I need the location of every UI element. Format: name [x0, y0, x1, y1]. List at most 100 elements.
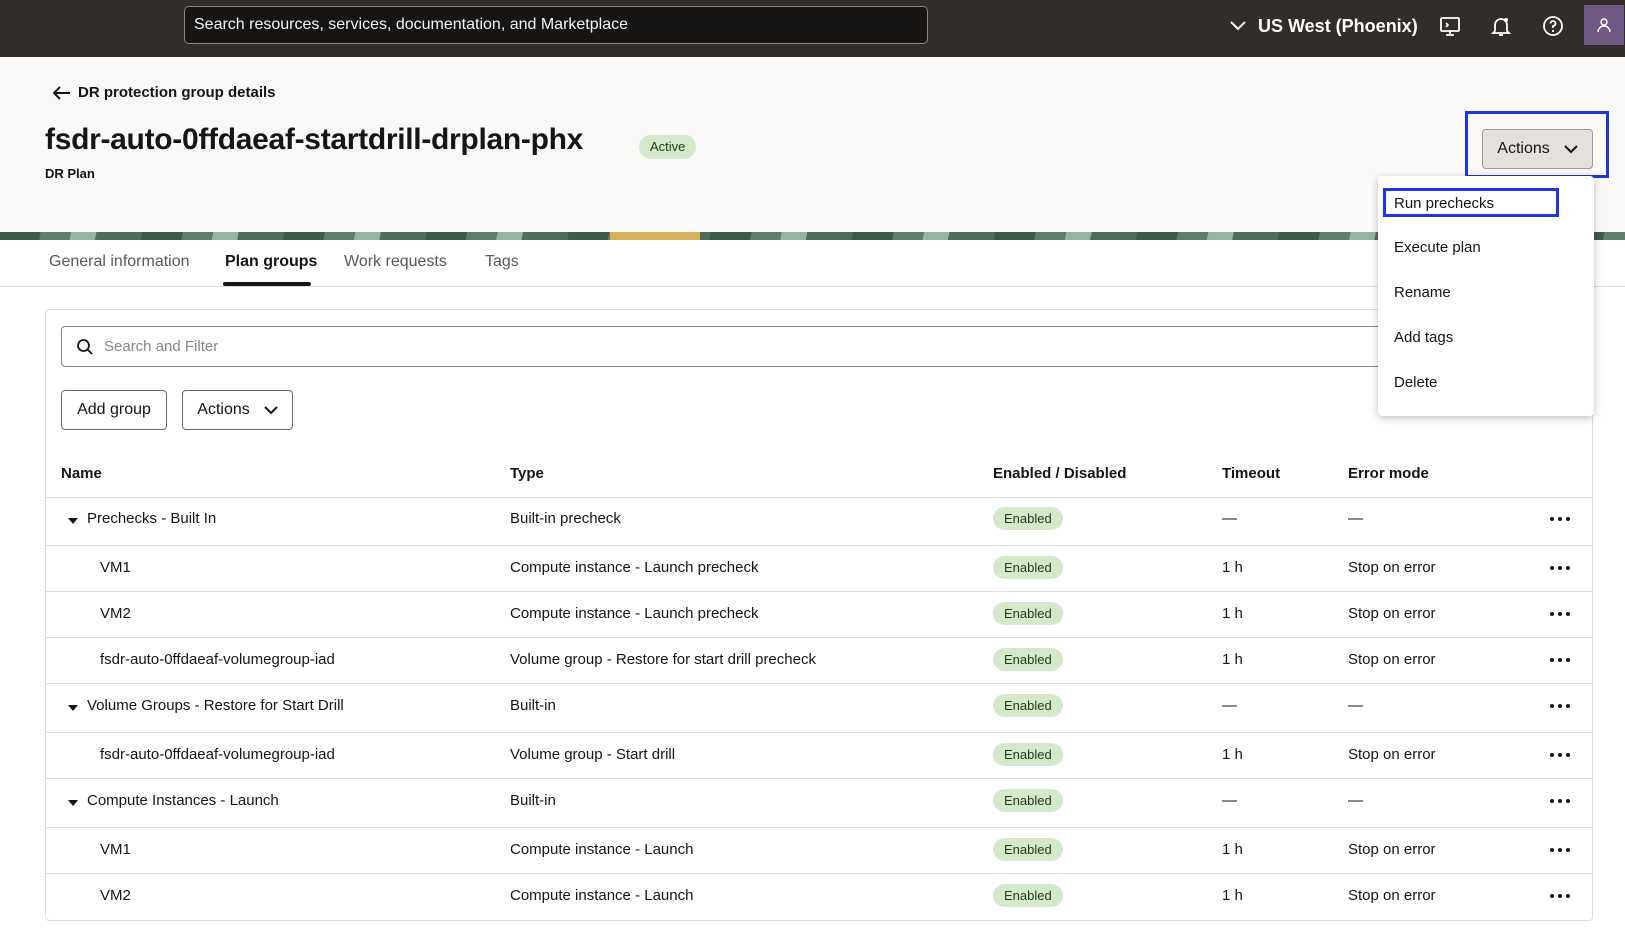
- top-navigation-bar: Search resources, services, documentatio…: [0, 0, 1625, 57]
- row-divider: [46, 591, 1592, 592]
- enabled-badge: Enabled: [993, 507, 1063, 530]
- user-avatar[interactable]: [1584, 5, 1624, 45]
- row-name[interactable]: VM1: [100, 841, 131, 858]
- row-divider: [46, 873, 1592, 874]
- row-more-actions-icon[interactable]: [1550, 658, 1570, 664]
- column-header-name[interactable]: Name: [61, 465, 102, 482]
- row-type: Built-in precheck: [510, 510, 621, 527]
- tab-plan-groups[interactable]: Plan groups: [225, 253, 317, 271]
- column-header-enabled[interactable]: Enabled / Disabled: [993, 465, 1126, 482]
- expand-caret-icon[interactable]: [68, 800, 78, 806]
- enabled-badge: Enabled: [993, 556, 1063, 579]
- row-timeout: 1 h: [1222, 559, 1243, 576]
- row-more-actions-icon[interactable]: [1550, 753, 1570, 759]
- expand-caret-icon[interactable]: [68, 705, 78, 711]
- region-selector[interactable]: US West (Phoenix): [1230, 0, 1418, 52]
- row-name[interactable]: VM2: [100, 887, 131, 904]
- row-divider: [46, 637, 1592, 638]
- row-name[interactable]: Prechecks - Built In: [87, 510, 216, 527]
- add-group-label: Add group: [77, 401, 151, 418]
- enabled-badge: Enabled: [993, 602, 1063, 625]
- add-group-button[interactable]: Add group: [61, 390, 167, 430]
- menu-item-add-tags[interactable]: Add tags: [1394, 329, 1453, 346]
- row-name[interactable]: fsdr-auto-0ffdaeaf-volumegroup-iad: [100, 651, 335, 668]
- row-name[interactable]: VM1: [100, 559, 131, 576]
- row-error-mode: Stop on error: [1348, 559, 1436, 576]
- row-type: Compute instance - Launch precheck: [510, 559, 759, 576]
- row-type: Volume group - Start drill: [510, 746, 676, 763]
- search-filter-input[interactable]: Search and Filter: [61, 326, 1581, 367]
- table-actions-label: Actions: [197, 401, 250, 418]
- table-actions-button[interactable]: Actions: [182, 390, 293, 430]
- run-prechecks-highlight-box: [1383, 188, 1559, 217]
- menu-item-delete[interactable]: Delete: [1394, 374, 1437, 391]
- row-name[interactable]: Volume Groups - Restore for Start Drill: [87, 697, 344, 714]
- active-tab-indicator: [223, 282, 311, 286]
- row-more-actions-icon[interactable]: [1550, 517, 1570, 523]
- row-error-mode: Stop on error: [1348, 887, 1436, 904]
- enabled-badge: Enabled: [993, 789, 1063, 812]
- menu-item-rename[interactable]: Rename: [1394, 284, 1451, 301]
- enabled-badge: Enabled: [993, 648, 1063, 671]
- bell-icon[interactable]: [1489, 14, 1513, 38]
- row-timeout: 1 h: [1222, 746, 1243, 763]
- row-type: Compute instance - Launch: [510, 841, 694, 858]
- row-type: Built-in: [510, 697, 556, 714]
- row-divider: [46, 732, 1592, 733]
- row-timeout: 1 h: [1222, 887, 1243, 904]
- column-header-timeout[interactable]: Timeout: [1222, 465, 1280, 482]
- row-divider: [46, 827, 1592, 828]
- enabled-badge: Enabled: [993, 743, 1063, 766]
- search-filter-placeholder: Search and Filter: [104, 338, 219, 355]
- row-type: Built-in: [510, 792, 556, 809]
- row-type: Compute instance - Launch: [510, 887, 694, 904]
- row-timeout: 1 h: [1222, 651, 1243, 668]
- row-more-actions-icon[interactable]: [1550, 894, 1570, 900]
- enabled-badge: Enabled: [993, 884, 1063, 907]
- page-subtitle: DR Plan: [45, 166, 95, 181]
- column-header-error-mode[interactable]: Error mode: [1348, 465, 1429, 482]
- row-name[interactable]: fsdr-auto-0ffdaeaf-volumegroup-iad: [100, 746, 335, 763]
- back-link[interactable]: DR protection group details: [53, 84, 276, 101]
- row-more-actions-icon[interactable]: [1550, 612, 1570, 618]
- search-icon: [77, 339, 93, 355]
- menu-item-execute-plan[interactable]: Execute plan: [1394, 239, 1481, 256]
- row-more-actions-icon[interactable]: [1550, 704, 1570, 710]
- row-timeout: 1 h: [1222, 841, 1243, 858]
- row-name[interactable]: Compute Instances - Launch: [87, 792, 279, 809]
- tab-tags[interactable]: Tags: [485, 253, 519, 271]
- row-timeout: —: [1222, 697, 1237, 714]
- row-error-mode: Stop on error: [1348, 841, 1436, 858]
- row-timeout: —: [1222, 792, 1237, 809]
- status-badge: Active: [639, 135, 697, 159]
- user-icon: [1597, 18, 1611, 33]
- row-timeout: 1 h: [1222, 605, 1243, 622]
- row-divider: [46, 497, 1592, 498]
- row-more-actions-icon[interactable]: [1550, 848, 1570, 854]
- column-header-type[interactable]: Type: [510, 465, 544, 482]
- expand-caret-icon[interactable]: [68, 518, 78, 524]
- row-more-actions-icon[interactable]: [1550, 566, 1570, 572]
- row-error-mode: Stop on error: [1348, 651, 1436, 668]
- row-error-mode: Stop on error: [1348, 605, 1436, 622]
- actions-highlight-box: [1465, 111, 1609, 178]
- row-divider: [46, 778, 1592, 779]
- back-link-label: DR protection group details: [78, 84, 276, 101]
- row-divider: [46, 683, 1592, 684]
- chevron-down-icon: [264, 405, 278, 414]
- row-name[interactable]: VM2: [100, 605, 131, 622]
- region-label: US West (Phoenix): [1258, 15, 1418, 36]
- enabled-badge: Enabled: [993, 838, 1063, 861]
- tab-general-information[interactable]: General information: [49, 253, 190, 271]
- row-type: Volume group - Restore for start drill p…: [510, 651, 816, 668]
- global-search-input[interactable]: Search resources, services, documentatio…: [184, 6, 928, 44]
- page-title: fsdr-auto-0ffdaeaf-startdrill-drplan-phx: [45, 123, 584, 156]
- row-error-mode: —: [1348, 510, 1363, 527]
- arrow-left-icon: [53, 85, 70, 100]
- help-icon[interactable]: [1541, 14, 1565, 38]
- cloud-shell-icon[interactable]: [1438, 14, 1462, 38]
- tab-work-requests[interactable]: Work requests: [344, 253, 447, 271]
- row-divider: [46, 545, 1592, 546]
- row-more-actions-icon[interactable]: [1550, 799, 1570, 805]
- row-timeout: —: [1222, 510, 1237, 527]
